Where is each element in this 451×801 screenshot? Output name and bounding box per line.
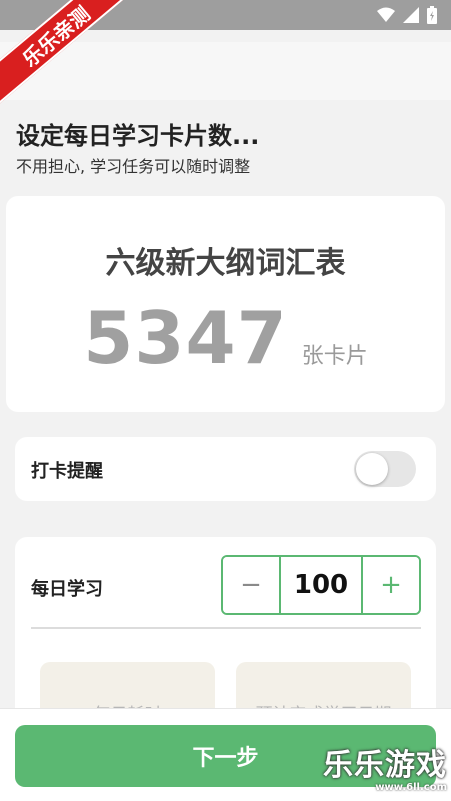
wordbook-card: 六级新大纲词汇表 5347 张卡片: [6, 196, 445, 412]
reminder-card: 打卡提醒: [15, 437, 436, 501]
watermark-text: 乐乐游戏: [323, 748, 447, 783]
reminder-label: 打卡提醒: [31, 461, 103, 482]
divider: [31, 627, 421, 629]
toggle-knob: [356, 453, 388, 485]
daily-count-value[interactable]: 100: [281, 557, 361, 613]
app-bar: [0, 42, 451, 100]
increase-button[interactable]: +: [361, 557, 419, 613]
card-count-unit: 张卡片: [301, 344, 368, 369]
daily-study-label: 每日学习: [31, 579, 103, 600]
battery-icon: [427, 6, 437, 24]
card-count-number: 5347: [83, 296, 288, 380]
reminder-toggle[interactable]: [354, 451, 416, 487]
daily-study-card: 每日学习 − 100 + 每日耗时 预计完成学习日期: [15, 537, 436, 737]
decrease-button[interactable]: −: [223, 557, 281, 613]
page-title: 设定每日学习卡片数...: [16, 122, 260, 150]
status-icons: [377, 6, 437, 24]
signal-icon: [403, 7, 419, 23]
watermark: 乐乐游戏 www.6ll.com: [323, 740, 447, 793]
card-count-row: 5347 张卡片: [6, 296, 445, 380]
wifi-icon: [377, 7, 395, 22]
page-subtitle: 不用担心, 学习任务可以随时调整: [16, 157, 251, 176]
daily-count-stepper: − 100 +: [221, 555, 421, 615]
wordbook-name: 六级新大纲词汇表: [105, 246, 346, 281]
